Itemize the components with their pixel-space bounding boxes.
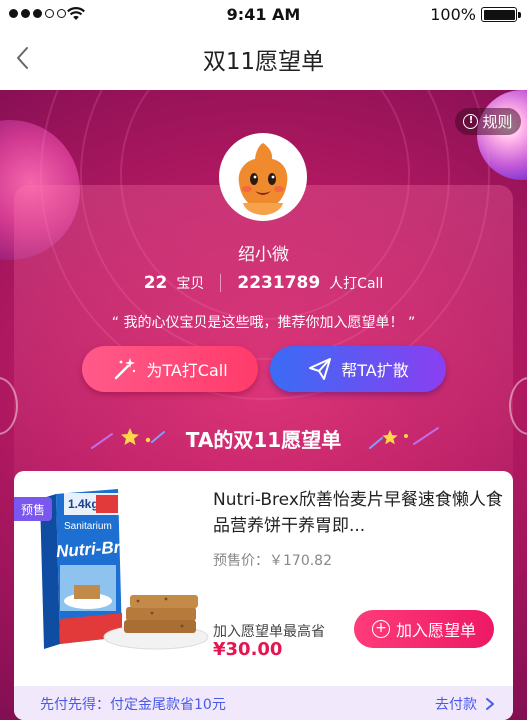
magic-wand-icon	[115, 358, 136, 380]
avatar-mascot-icon	[223, 137, 303, 217]
pay-link-label: 去付款	[435, 697, 477, 713]
wishlist-hero: ! 规则 绍小微 22 宝贝 2231789 人打Call “ 我的心仪宝贝是这…	[0, 90, 527, 720]
call-label: 人打Call	[329, 276, 384, 292]
save-amount: ¥30.00	[213, 639, 283, 660]
rules-label: 规则	[482, 113, 513, 131]
battery-percent: 100%	[430, 5, 476, 24]
nav-bar: 双11愿望单	[0, 28, 527, 90]
product-title[interactable]: Nutri-Brex欣善怡麦片早餐速食懒人食品营养饼干养胃即...	[213, 487, 503, 539]
product-card[interactable]: 预售 1.4kg Sanitarium Nutri-Brex Nutri-Bre	[14, 471, 513, 720]
user-stats: 22 宝贝 2231789 人打Call	[0, 273, 527, 293]
battery-icon	[481, 7, 521, 22]
items-count: 22	[143, 273, 168, 293]
presale-badge: 预售	[14, 497, 52, 521]
pay-first-text: 先付先得：付定金尾款省10元	[40, 697, 226, 713]
section-title: TA的双11愿望单	[185, 428, 342, 452]
svg-text:Sanitarium: Sanitarium	[64, 521, 112, 532]
product-image: 1.4kg Sanitarium Nutri-Brex	[40, 489, 209, 650]
paper-plane-icon	[309, 358, 332, 380]
rules-button[interactable]: ! 规则	[455, 108, 521, 135]
save-label: 加入愿望单最高省	[213, 624, 325, 640]
items-label: 宝贝	[176, 276, 205, 292]
avatar	[219, 133, 307, 221]
profile-card	[14, 185, 513, 515]
user-name: 绍小微	[238, 245, 289, 265]
status-bar: 9:41 AM 100%	[0, 0, 527, 28]
svg-text:1.4kg: 1.4kg	[68, 497, 99, 511]
share-spread-label: 帮TA扩散	[341, 361, 409, 380]
presale-price: 预售价：￥170.82	[213, 553, 332, 569]
add-to-wishlist-button[interactable]: + 加入愿望单	[354, 610, 494, 648]
cheer-call-button[interactable]: 为TA打Call	[82, 346, 258, 392]
wishlist-quote: “ 我的心仪宝贝是这些哦，推荐你加入愿望单！ ”	[111, 315, 416, 331]
plus-icon: +	[371, 620, 390, 638]
pay-first-bar[interactable]: 先付先得：付定金尾款省10元 去付款	[14, 686, 513, 720]
divider	[220, 274, 222, 292]
cheer-call-label: 为TA打Call	[146, 361, 228, 380]
share-spread-button[interactable]: 帮TA扩散	[270, 346, 446, 392]
chevron-right-icon	[486, 698, 494, 710]
pay-link[interactable]: 去付款	[435, 694, 495, 714]
add-to-wishlist-label: 加入愿望单	[395, 621, 476, 640]
call-count: 2231789	[237, 273, 321, 293]
info-icon: !	[463, 114, 479, 129]
page-title: 双11愿望单	[202, 49, 325, 75]
